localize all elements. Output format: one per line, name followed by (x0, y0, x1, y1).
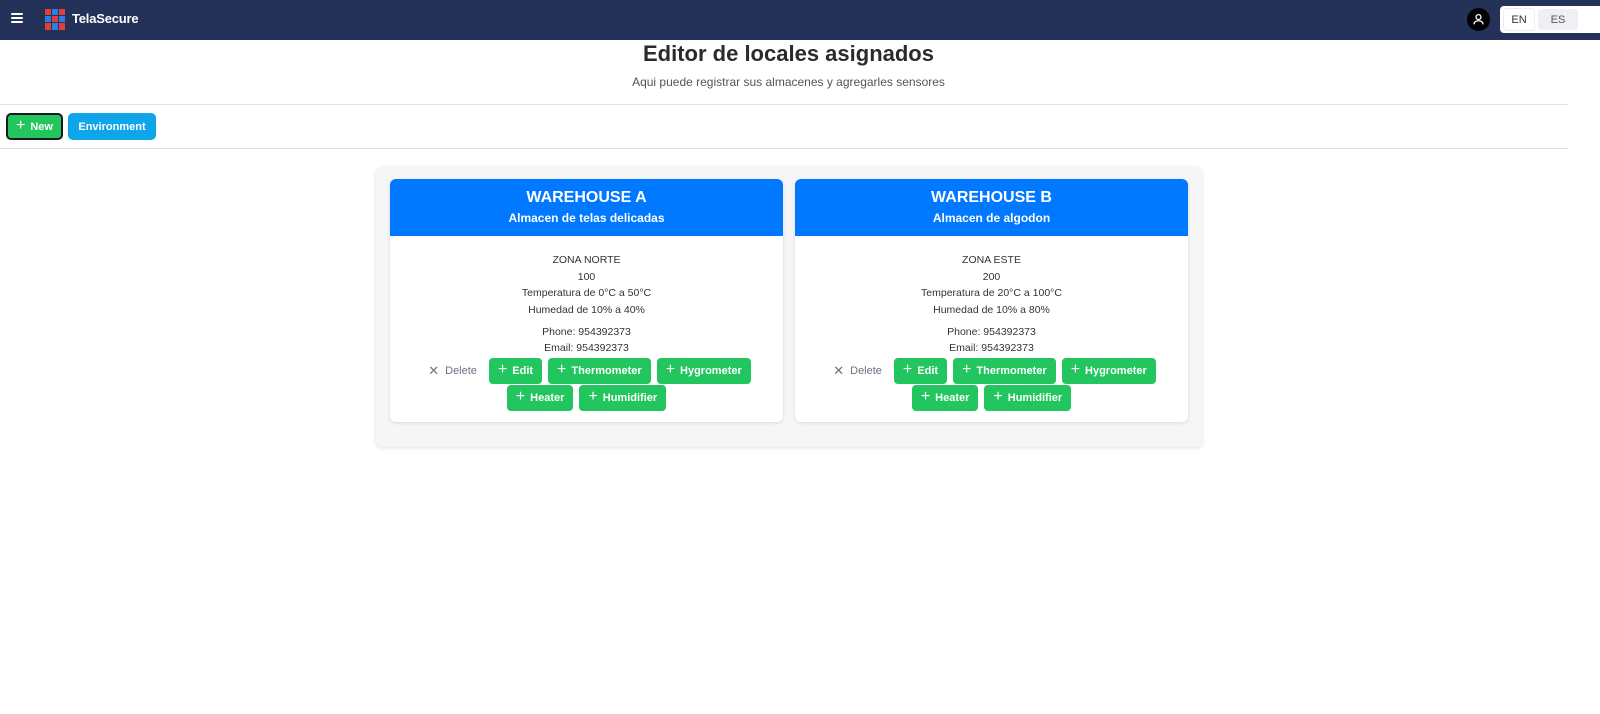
top-navbar: TelaSecure EN ES (0, 0, 1600, 40)
heater-label: Heater (530, 392, 565, 404)
thermometer-label: Thermometer (976, 364, 1047, 377)
plus-icon: + (902, 360, 913, 378)
plus-icon: + (16, 116, 26, 134)
edit-label: Edit (917, 364, 939, 377)
environment-button[interactable]: Environment (68, 113, 156, 140)
plus-icon: + (962, 360, 972, 378)
card-header: WAREHOUSE B Almacen de algodon (795, 179, 1188, 236)
warehouse-capacity: 200 (982, 270, 1001, 283)
plus-icon: + (557, 360, 567, 378)
add-hygrometer-button[interactable]: + Hygrometer (1061, 357, 1156, 384)
warehouse-card: WAREHOUSE B Almacen de algodon ZONA ESTE… (795, 179, 1188, 422)
warehouse-name: WAREHOUSE B (931, 189, 1052, 206)
warehouse-humidity: Humedad de 10% a 40% (528, 303, 645, 316)
language-switcher: EN ES (1500, 6, 1600, 33)
humidifier-label: Humidifier (602, 392, 658, 404)
warehouse-name: WAREHOUSE A (526, 189, 647, 206)
warehouse-description: Almacen de telas delicadas (508, 211, 665, 225)
warehouse-phone: Phone: 954392373 (542, 326, 631, 338)
warehouse-phone: Phone: 954392373 (947, 326, 1036, 338)
delete-button[interactable]: ✕ Delete (422, 357, 483, 384)
add-heater-button[interactable]: + Heater (506, 385, 574, 411)
warehouse-description: Almacen de algodon (932, 211, 1051, 225)
lang-es-button[interactable]: ES (1538, 9, 1578, 30)
new-button-label: New (30, 120, 53, 133)
delete-label: Delete (850, 364, 882, 377)
brand-name: TelaSecure (72, 11, 139, 26)
environment-button-label: Environment (78, 120, 146, 133)
add-humidifier-button[interactable]: + Humidifier (579, 385, 667, 411)
warehouse-zone: ZONA ESTE (962, 254, 1021, 266)
add-thermometer-button[interactable]: + Thermometer (953, 357, 1056, 384)
new-button[interactable]: + New (6, 113, 63, 140)
delete-button[interactable]: ✕ Delete (827, 357, 888, 384)
warehouse-card: WAREHOUSE A Almacen de telas delicadas Z… (390, 179, 783, 422)
add-heater-button[interactable]: + Heater (911, 385, 979, 411)
warehouse-zone: ZONA NORTE (552, 254, 621, 266)
warehouse-humidity: Humedad de 10% a 80% (933, 303, 1050, 316)
delete-label: Delete (445, 364, 477, 377)
warehouse-panel: WAREHOUSE A Almacen de telas delicadas Z… (376, 167, 1202, 447)
warehouse-temperature: Temperatura de 20°C a 100°C (921, 287, 1062, 299)
page-title: Editor de locales asignados (643, 41, 934, 66)
telasecure-logo-icon (45, 9, 65, 30)
user-avatar-icon[interactable] (1467, 8, 1490, 31)
add-humidifier-button[interactable]: + Humidifier (984, 385, 1072, 411)
plus-icon: + (497, 360, 508, 378)
add-thermometer-button[interactable]: + Thermometer (548, 357, 651, 384)
plus-icon: + (515, 388, 526, 405)
toolbar-divider (0, 148, 1568, 149)
edit-label: Edit (512, 364, 534, 377)
humidifier-label: Humidifier (1007, 392, 1063, 404)
card-body: ZONA ESTE 200 Temperatura de 20°C a 100°… (795, 236, 1188, 411)
hygrometer-label: Hygrometer (1085, 364, 1147, 377)
lang-en-button[interactable]: EN (1504, 9, 1534, 30)
heater-label: Heater (935, 392, 970, 404)
plus-icon: + (920, 388, 931, 405)
warehouse-email: Email: 954392373 (949, 342, 1034, 354)
hygrometer-label: Hygrometer (680, 364, 742, 377)
header-divider (0, 104, 1568, 105)
page-subtitle: Aqui puede registrar sus almacenes y agr… (632, 75, 945, 89)
add-hygrometer-button[interactable]: + Hygrometer (656, 357, 751, 384)
warehouse-temperature: Temperatura de 0°C a 50°C (521, 287, 652, 299)
card-header: WAREHOUSE A Almacen de telas delicadas (390, 179, 783, 236)
hamburger-menu-icon[interactable] (11, 13, 25, 25)
close-icon: ✕ (833, 362, 845, 378)
card-body: ZONA NORTE 100 Temperatura de 0°C a 50°C… (390, 236, 783, 411)
plus-icon: + (588, 388, 598, 405)
plus-icon: + (993, 388, 1003, 405)
edit-button[interactable]: + Edit (488, 357, 543, 384)
edit-button[interactable]: + Edit (893, 357, 948, 384)
plus-icon: + (665, 360, 676, 378)
plus-icon: + (1070, 360, 1081, 378)
warehouse-email: Email: 954392373 (544, 342, 629, 354)
close-icon: ✕ (428, 362, 440, 378)
thermometer-label: Thermometer (571, 364, 642, 377)
warehouse-capacity: 100 (577, 270, 596, 283)
